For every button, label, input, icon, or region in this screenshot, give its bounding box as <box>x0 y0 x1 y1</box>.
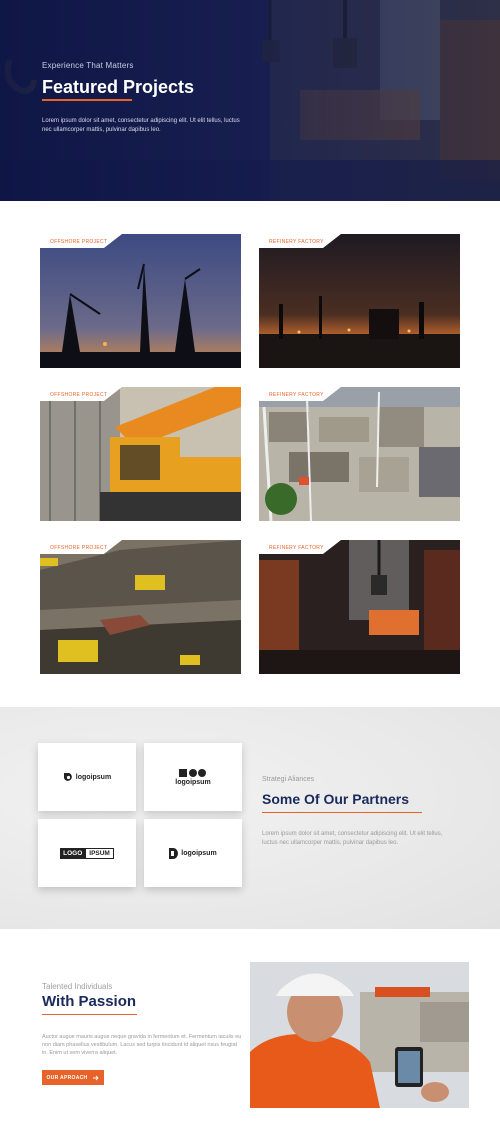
project-image-construction-site <box>259 387 460 521</box>
hero-title-underline <box>42 99 132 101</box>
project-image-steel-mill <box>259 540 460 674</box>
partner-logo: logoipsum <box>169 847 217 859</box>
project-image-cranes <box>40 234 241 368</box>
project-label: Offshore Project <box>50 239 108 245</box>
project-card[interactable]: Offshore Project <box>40 387 241 521</box>
partner-logo-card[interactable]: logoipsum <box>144 743 242 811</box>
passion-subtitle: Talented Individuals <box>42 982 113 991</box>
project-card[interactable]: Refinery Factory <box>259 387 460 521</box>
arrow-right-icon <box>93 1075 100 1080</box>
project-label: Refinery Factory <box>269 392 324 398</box>
project-image-excavator <box>40 387 241 521</box>
project-label: Offshore Project <box>50 392 108 398</box>
partners-title-underline <box>262 812 422 813</box>
project-image-refinery <box>259 234 460 368</box>
project-image-mining <box>40 540 241 674</box>
partner-logo-card[interactable]: LOGO IPSUM <box>38 819 136 887</box>
project-card[interactable]: Offshore Project <box>40 540 241 674</box>
hero-title: Featured Projects <box>42 77 195 97</box>
partners-description: Lorem ipsum dolor sit amet, consectetur … <box>262 831 443 846</box>
project-card[interactable]: Offshore Project <box>40 234 241 368</box>
engineer-photo <box>250 962 469 1108</box>
partners-title: Some Of Our Partners <box>262 791 410 807</box>
project-label: Offshore Project <box>50 545 108 551</box>
logo-shapes-icon <box>178 768 206 777</box>
partner-logo: logoipsum <box>63 772 111 782</box>
engineer-image <box>250 962 469 1108</box>
hero-description: Lorem ipsum dolor sit amet, consectetur … <box>42 118 240 133</box>
partner-logo: logoipsum <box>175 768 211 786</box>
logo-mark-icon <box>169 847 179 859</box>
partners-subtitle: Strategi Aliances <box>262 776 315 783</box>
hero-section: Experience That Matters Featured Project… <box>0 0 500 201</box>
partner-logo: LOGO IPSUM <box>60 847 114 859</box>
project-card[interactable]: Refinery Factory <box>259 234 460 368</box>
projects-grid: Offshore Project Refinery Factory Offsho… <box>0 201 500 707</box>
partner-logo-card[interactable]: logoipsum <box>144 819 242 887</box>
project-label: Refinery Factory <box>269 239 324 245</box>
passion-title-underline <box>42 1014 137 1015</box>
logo-mark-icon <box>63 773 72 781</box>
project-card[interactable]: Refinery Factory <box>259 540 460 674</box>
project-label: Refinery Factory <box>269 545 324 551</box>
our-approach-button[interactable]: OUR APROACH <box>42 1070 104 1085</box>
passion-title: With Passion <box>42 993 137 1010</box>
hero-subtitle: Experience That Matters <box>42 61 134 70</box>
partners-section <box>0 707 500 929</box>
passion-description: Auctor augue mauris augue neque gravida … <box>42 1034 242 1056</box>
partner-logo-card[interactable]: logoipsum <box>38 743 136 811</box>
